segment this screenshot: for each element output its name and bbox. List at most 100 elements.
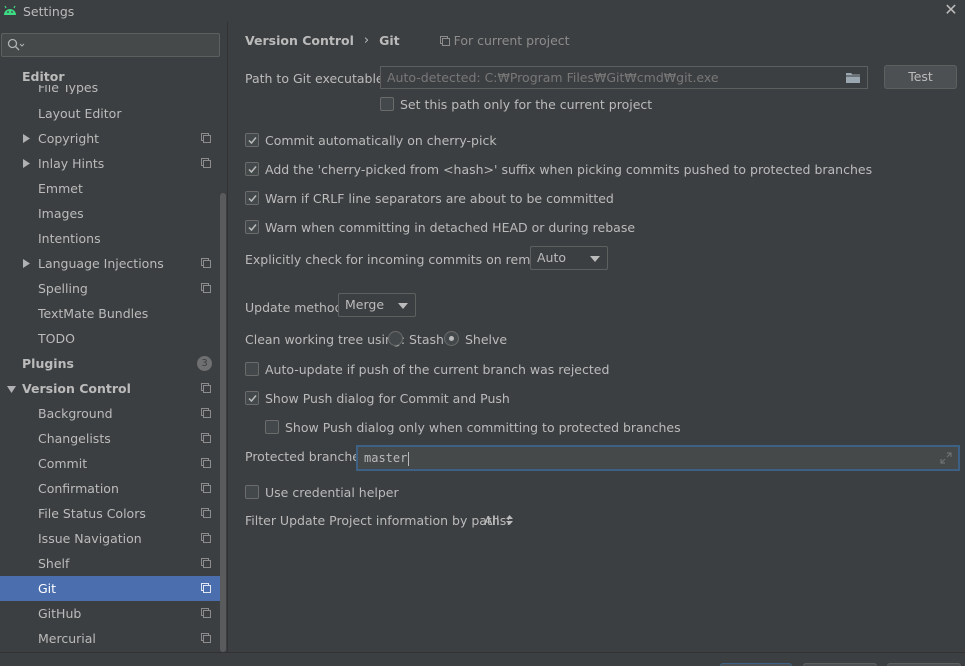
breadcrumb-git: Git <box>379 33 400 48</box>
sidebar-item-label: Changelists <box>38 431 111 446</box>
sidebar-item-github[interactable]: GitHub <box>0 601 220 626</box>
warn-detached-head-label: Warn when committing in detached HEAD or… <box>265 220 636 235</box>
sidebar-item-textmate-bundles[interactable]: TextMate Bundles <box>0 301 220 326</box>
auto-update-checkbox[interactable] <box>245 362 259 376</box>
sidebar-item-language-injections[interactable]: Language Injections <box>0 251 220 276</box>
sidebar-item-images[interactable]: Images <box>0 201 220 226</box>
project-scope-icon <box>201 508 211 518</box>
sidebar-item-git[interactable]: Git <box>0 576 220 601</box>
commit-cherry-pick-checkbox[interactable] <box>245 133 259 147</box>
sidebar-item-commit[interactable]: Commit <box>0 451 220 476</box>
sidebar-item-confirmation[interactable]: Confirmation <box>0 476 220 501</box>
close-icon[interactable]: ✕ <box>943 2 959 18</box>
shelve-radio[interactable] <box>444 331 459 346</box>
cherry-picked-suffix-checkbox[interactable] <box>245 162 259 176</box>
credential-helper-checkbox[interactable] <box>245 485 259 499</box>
git-path-placeholder: Auto-detected: C:₩Program Files₩Git₩cmd₩… <box>387 70 719 85</box>
warn-crlf-checkbox[interactable] <box>245 191 259 205</box>
project-scope-icon <box>201 583 211 593</box>
sidebar-item-label: Spelling <box>38 281 88 296</box>
project-scope-icon <box>201 483 211 493</box>
chevron-right-icon[interactable] <box>23 259 30 268</box>
sidebar-item-intentions[interactable]: Intentions <box>0 226 220 251</box>
project-scope-icon <box>201 533 211 543</box>
chevron-right-icon[interactable] <box>23 134 30 143</box>
sidebar-item-label: Mercurial <box>38 631 96 646</box>
sidebar-item-layout-editor[interactable]: Layout Editor <box>0 101 220 126</box>
filter-update-label: Filter Update Project information by pat… <box>245 513 511 528</box>
sidebar-item-label: Commit <box>38 456 88 471</box>
sidebar-item-version-control[interactable]: Version Control <box>0 376 220 401</box>
breadcrumb-separator: › <box>363 33 370 48</box>
sidebar-item-label: TODO <box>38 331 75 346</box>
sidebar-item-label: TextMate Bundles <box>38 306 149 321</box>
sidebar-item-label: Version Control <box>22 381 131 396</box>
protected-branches-label: Protected branches: <box>245 449 371 464</box>
sidebar-item-file-status-colors[interactable]: File Status Colors <box>0 501 220 526</box>
incoming-commits-label: Explicitly check for incoming commits on… <box>245 252 562 267</box>
sidebar-item-label: Inlay Hints <box>38 156 105 171</box>
project-scope-icon <box>439 35 450 46</box>
sidebar-scrollbar[interactable] <box>220 193 226 652</box>
stash-radio[interactable] <box>388 331 403 346</box>
show-push-protected-checkbox[interactable] <box>265 420 279 434</box>
sidebar-item-label: Copyright <box>38 131 100 146</box>
git-path-input[interactable]: Auto-detected: C:₩Program Files₩Git₩cmd₩… <box>380 66 868 89</box>
shelve-label: Shelve <box>465 332 508 347</box>
update-method-select[interactable]: Merge <box>338 293 416 317</box>
sidebar-item-label: Editor <box>22 69 65 84</box>
sidebar-item-changelists[interactable]: Changelists <box>0 426 220 451</box>
sidebar-item-shelf[interactable]: Shelf <box>0 551 220 576</box>
project-scope-icon <box>201 383 211 393</box>
project-scope-icon <box>201 258 211 268</box>
sidebar-item-label: GitHub <box>38 606 82 621</box>
project-scope-icon <box>201 608 211 618</box>
sidebar-item-copyright[interactable]: Copyright <box>0 126 220 151</box>
protected-branches-input[interactable]: master <box>356 445 960 471</box>
test-button[interactable]: Test <box>884 65 957 89</box>
sidebar-item-issue-navigation[interactable]: Issue Navigation <box>0 526 220 551</box>
clean-tree-label: Clean working tree using: <box>245 332 406 347</box>
update-method-label: Update method: <box>245 300 347 315</box>
search-icon <box>7 38 25 51</box>
incoming-commits-value: Auto <box>537 250 567 265</box>
breadcrumb-version-control[interactable]: Version Control <box>245 33 354 48</box>
checkmark-icon <box>248 395 257 403</box>
git-settings-panel: Version Control › Git For current projec… <box>229 22 965 652</box>
expand-icon[interactable] <box>940 452 952 464</box>
checkmark-icon <box>248 224 257 232</box>
sidebar-item-editor[interactable]: Editor <box>0 63 220 85</box>
warn-detached-head-checkbox[interactable] <box>245 220 259 234</box>
sidebar-item-inlay-hints[interactable]: Inlay Hints <box>0 151 220 176</box>
sidebar-item-spelling[interactable]: Spelling <box>0 276 220 301</box>
sidebar-item-label: Issue Navigation <box>38 531 142 546</box>
folder-icon[interactable] <box>845 71 861 84</box>
project-scope-icon <box>201 133 211 143</box>
credential-helper-label: Use credential helper <box>265 485 399 500</box>
settings-search-input[interactable] <box>1 33 220 57</box>
dialog-button-bar <box>0 652 965 666</box>
project-scope-icon <box>201 633 211 643</box>
incoming-commits-select[interactable]: Auto <box>530 246 608 270</box>
sidebar-item-emmet[interactable]: Emmet <box>0 176 220 201</box>
sidebar-item-plugins[interactable]: Plugins 3 <box>0 351 220 376</box>
show-push-dialog-checkbox[interactable] <box>245 391 259 405</box>
sidebar-item-mercurial[interactable]: Mercurial <box>0 626 220 651</box>
sidebar-item-background[interactable]: Background <box>0 401 220 426</box>
warn-crlf-label: Warn if CRLF line separators are about t… <box>265 191 614 206</box>
commit-cherry-pick-label: Commit automatically on cherry-pick <box>265 133 497 148</box>
sidebar-item-label: Layout Editor <box>38 106 122 121</box>
current-project-only-checkbox[interactable] <box>380 97 394 111</box>
android-studio-icon <box>4 5 16 15</box>
project-scope-label: For current project <box>439 33 570 48</box>
sidebar-item-label: Language Injections <box>38 256 164 271</box>
project-scope-icon <box>201 433 211 443</box>
filter-update-select[interactable]: All <box>484 513 514 528</box>
checkmark-icon <box>248 166 257 174</box>
chevron-down-icon <box>398 303 408 309</box>
chevron-right-icon[interactable] <box>23 159 30 168</box>
project-scope-icon <box>201 158 211 168</box>
sidebar-item-todo[interactable]: TODO <box>0 326 220 351</box>
update-method-value: Merge <box>345 297 385 312</box>
chevron-down-icon[interactable] <box>7 386 16 393</box>
